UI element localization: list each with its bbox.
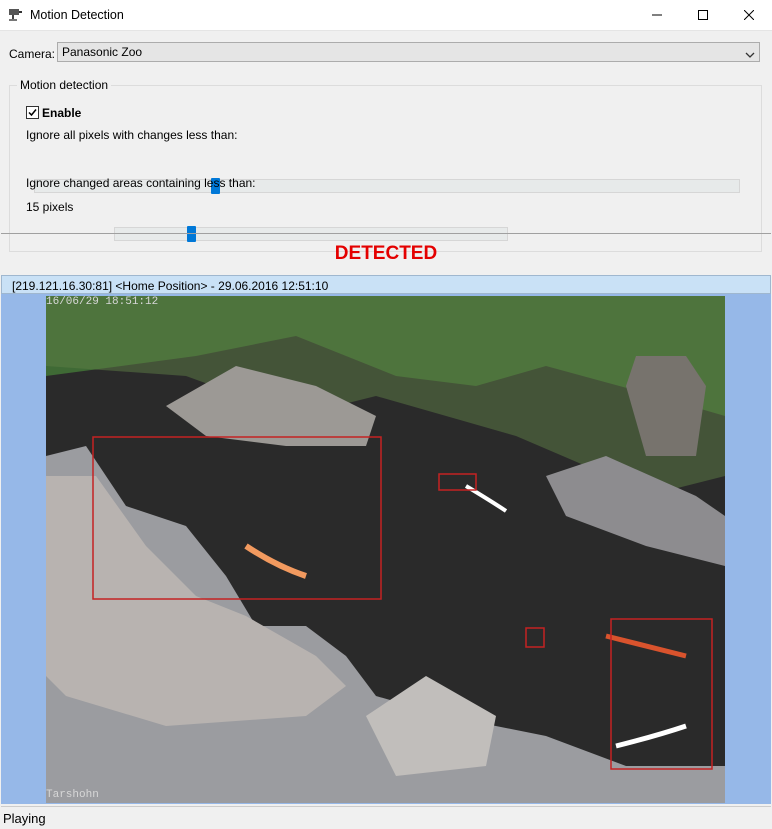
- motion-detection-group: Motion detection Enable Ignore all pixel…: [9, 78, 762, 252]
- close-button[interactable]: [726, 0, 772, 30]
- camera-icon: [8, 7, 24, 23]
- area-pixels-value: 15 pixels: [26, 200, 74, 214]
- detection-status: DETECTED: [334, 243, 438, 264]
- enable-label: Enable: [42, 106, 82, 120]
- enable-checkbox[interactable]: [26, 106, 39, 119]
- group-title: Motion detection: [17, 78, 112, 92]
- minimize-button[interactable]: [634, 0, 680, 30]
- chevron-down-icon: [745, 48, 755, 62]
- area-threshold-slider[interactable]: [114, 226, 508, 242]
- title-bar: Motion Detection: [0, 0, 772, 31]
- camera-select[interactable]: Panasonic Zoo: [57, 42, 760, 62]
- slider-thumb[interactable]: [187, 226, 196, 242]
- camera-watermark-overlay: Tarshohn: [46, 789, 99, 801]
- divider: [1, 233, 771, 234]
- main-panel: Camera: Panasonic Zoo Motion detection E…: [1, 31, 771, 829]
- window-title: Motion Detection: [30, 8, 124, 22]
- area-threshold-label: Ignore changed areas containing less tha…: [26, 176, 256, 190]
- video-header: [219.121.16.30:81] <Home Position> - 29.…: [1, 275, 771, 294]
- camera-timestamp-overlay: 16/06/29 18:51:12: [46, 296, 159, 308]
- video-header-text: [219.121.16.30:81] <Home Position> - 29.…: [12, 279, 329, 293]
- maximize-button[interactable]: [680, 0, 726, 30]
- status-bar: Playing: [1, 806, 771, 829]
- pixel-threshold-label: Ignore all pixels with changes less than…: [26, 128, 238, 142]
- camera-value: Panasonic Zoo: [62, 45, 143, 59]
- camera-feed-image: 16/06/29 18:51:12 Tarshohn: [46, 296, 725, 803]
- video-frame: 16/06/29 18:51:12 Tarshohn: [1, 294, 771, 804]
- camera-label: Camera:: [9, 47, 56, 61]
- playback-status: Playing: [3, 811, 46, 826]
